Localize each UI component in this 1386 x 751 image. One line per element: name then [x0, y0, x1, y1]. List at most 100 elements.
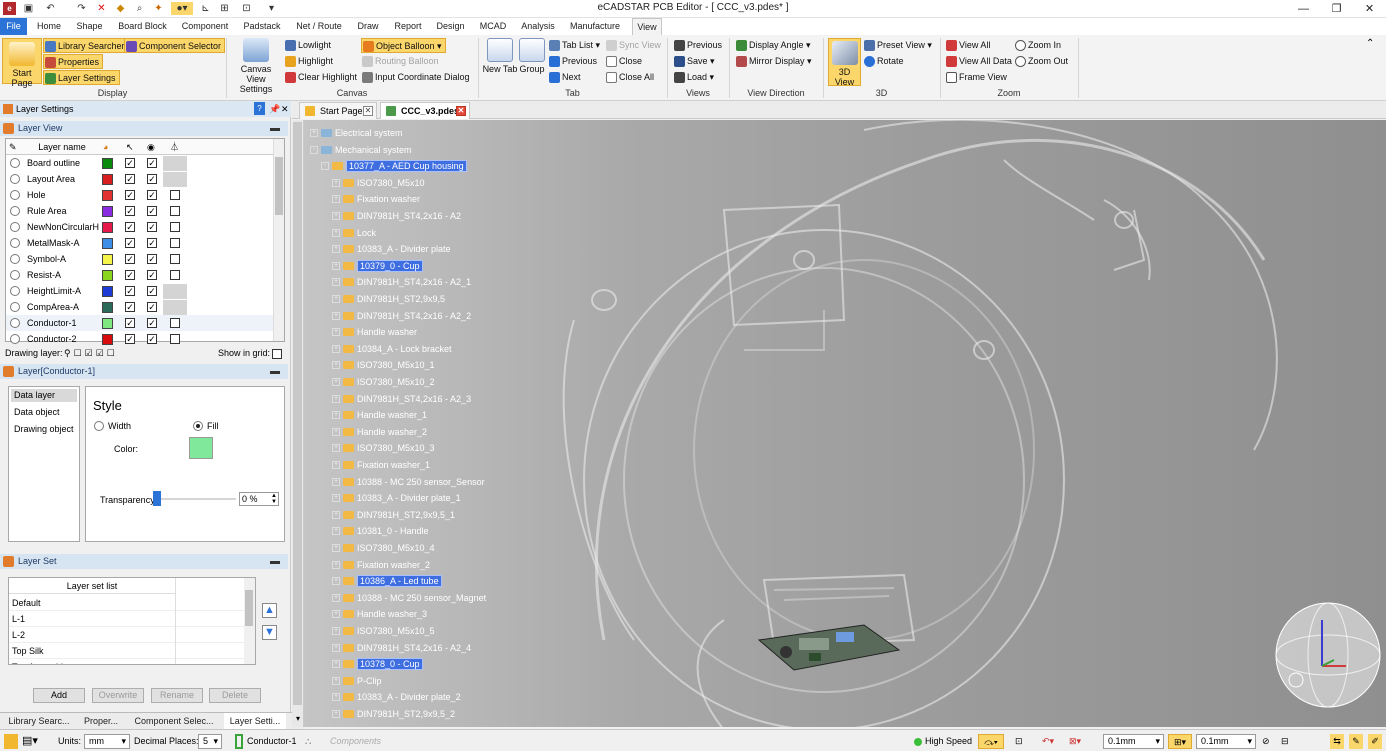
expand-icon[interactable]: +: [332, 378, 340, 386]
layer-color-swatch[interactable]: [102, 238, 113, 249]
expand-icon[interactable]: +: [332, 394, 340, 403]
expand-icon[interactable]: +: [332, 228, 340, 237]
expand-icon[interactable]: +: [332, 212, 340, 220]
spin-icon[interactable]: ▲ ▼: [271, 493, 277, 505]
help-icon[interactable]: ?: [254, 102, 265, 115]
layer-color-swatch[interactable]: [102, 222, 113, 233]
layer-grid-checkbox[interactable]: [170, 222, 180, 232]
tab-mcad[interactable]: MCAD: [476, 18, 510, 35]
routing-balloon-button[interactable]: Routing Balloon: [361, 54, 439, 69]
tree-node[interactable]: +10383_A - Divider plate_1: [332, 491, 461, 505]
layer-color-swatch[interactable]: [102, 270, 113, 281]
layer-row[interactable]: Conductor-1 ✓ ✓: [6, 315, 284, 331]
width-radio[interactable]: [94, 421, 104, 431]
close-tab-icon[interactable]: ✕: [363, 106, 373, 116]
tree-item-data-layer[interactable]: Data layer: [11, 389, 77, 402]
tree-node[interactable]: + DIN7981H_ST4,2x16 - A2_1: [332, 275, 471, 289]
tree-node[interactable]: + Fixation washer_2: [332, 558, 430, 572]
overwrite-button[interactable]: Overwrite: [92, 688, 144, 703]
grid-settings-icon[interactable]: ⊘: [1262, 734, 1270, 749]
expand-icon[interactable]: +: [332, 527, 340, 536]
tree-node[interactable]: + Handle washer_3: [332, 607, 427, 621]
drawing-layer-icons[interactable]: ⚲☐☑☑☐: [64, 348, 118, 359]
layer-visible-checkbox[interactable]: ✓: [147, 318, 157, 328]
layer-visible-checkbox[interactable]: ✓: [147, 190, 157, 200]
snap-mode-icon[interactable]: ⤼▾: [978, 734, 1004, 749]
lowlight-button[interactable]: Lowlight: [284, 38, 331, 53]
layer-table-scroll-thumb[interactable]: [275, 157, 283, 215]
layer-selectable-checkbox[interactable]: ✓: [125, 318, 135, 328]
show-in-grid-checkbox[interactable]: [272, 349, 282, 359]
tree-node[interactable]: + Handle washer_1: [332, 408, 427, 422]
add-button[interactable]: Add: [33, 688, 85, 703]
layer-color-swatch[interactable]: [102, 318, 113, 329]
layer-visible-checkbox[interactable]: ✓: [147, 302, 157, 312]
layer-table-scrollbar[interactable]: [273, 139, 284, 341]
tab-close-all-button[interactable]: Close All: [605, 70, 654, 85]
tab-file[interactable]: File: [0, 18, 27, 35]
transparency-slider-thumb[interactable]: [153, 491, 161, 506]
layer-settings-button[interactable]: Layer Settings: [43, 70, 120, 85]
zoom-out-button[interactable]: Zoom Out: [1014, 54, 1068, 69]
start-page-button[interactable]: Start Page: [2, 38, 42, 88]
new-tab-button[interactable]: New Tab: [481, 38, 519, 86]
layer-color-swatch[interactable]: [102, 334, 113, 345]
views-save-button[interactable]: Save ▾: [673, 54, 715, 69]
mirror-display-button[interactable]: Mirror Display ▾: [735, 54, 812, 69]
tree-node[interactable]: + DIN7981H_ST2,9x9,5_2: [332, 707, 455, 721]
expand-icon[interactable]: +: [332, 245, 340, 254]
tab-view[interactable]: View: [632, 18, 662, 35]
expand-icon[interactable]: +: [332, 311, 340, 320]
canvas-scroll-thumb[interactable]: [293, 122, 302, 705]
tree-node[interactable]: + Lock: [332, 226, 376, 240]
sync-view-button[interactable]: Sync View: [605, 38, 661, 53]
expand-icon[interactable]: +: [332, 328, 340, 337]
move-up-icon[interactable]: ▲: [262, 603, 277, 618]
layer-row[interactable]: Symbol-A ✓ ✓: [6, 251, 284, 267]
layer-row[interactable]: Conductor-2 ✓ ✓: [6, 331, 284, 347]
layer-row[interactable]: Layout Area ✓ ✓: [6, 171, 284, 187]
layer-active-radio[interactable]: [10, 174, 20, 184]
layer-color-swatch[interactable]: [102, 286, 113, 297]
layer-active-radio[interactable]: [10, 190, 20, 200]
layer-grid-checkbox[interactable]: [170, 334, 180, 344]
layer-visible-checkbox[interactable]: ✓: [147, 158, 157, 168]
layer-row[interactable]: Board outline ✓ ✓: [6, 155, 284, 171]
tab-library-searcher[interactable]: Library Searc...: [3, 713, 75, 729]
tab-component-selector[interactable]: Component Selec...: [128, 713, 220, 729]
undo-view-icon[interactable]: ↶▾: [1042, 734, 1054, 749]
tree-node[interactable]: + ISO7380_M5x10: [332, 176, 425, 190]
layer-selectable-checkbox[interactable]: ✓: [125, 174, 135, 184]
expand-icon[interactable]: +: [332, 643, 340, 652]
expand-icon[interactable]: +: [332, 577, 340, 586]
expand-icon[interactable]: +: [332, 427, 340, 436]
layer-set-item[interactable]: L-1: [9, 611, 245, 627]
properties-button[interactable]: Properties: [43, 54, 104, 69]
layer-active-radio[interactable]: [10, 302, 20, 312]
expand-icon[interactable]: +: [332, 411, 340, 420]
layer-row[interactable]: NewNonCircularH ✓ ✓: [6, 219, 284, 235]
tab-layer-settings[interactable]: Layer Setti...: [224, 713, 286, 729]
tree-node[interactable]: + Electrical system: [310, 126, 403, 140]
tab-home[interactable]: Home: [33, 18, 65, 35]
measure-mode-icon[interactable]: ⇆: [1330, 734, 1344, 749]
layer-visible-checkbox[interactable]: ✓: [147, 270, 157, 280]
tree-node[interactable]: + Handle washer_2: [332, 425, 427, 439]
tab-design[interactable]: Design: [433, 18, 468, 35]
layer-set-item[interactable]: Top Assembly: [9, 659, 245, 664]
tab-previous-button[interactable]: Previous: [548, 54, 597, 69]
tree-node[interactable]: + ISO7380_M5x10_2: [332, 375, 435, 389]
pin-icon[interactable]: 📌: [269, 101, 280, 117]
layer-color-swatch[interactable]: [102, 206, 113, 217]
layer-selectable-checkbox[interactable]: ✓: [125, 206, 135, 216]
frame-view-button[interactable]: Frame View: [945, 70, 1007, 85]
tab-list-button[interactable]: Tab List ▾: [548, 38, 600, 53]
tab-padstack[interactable]: Padstack: [240, 18, 284, 35]
layer-active-radio[interactable]: [10, 318, 20, 328]
tree-node[interactable]: + DIN7981H_ST4,2x16 - A2_2: [332, 309, 471, 323]
layer-set-item[interactable]: L-2: [9, 627, 245, 643]
expand-icon[interactable]: +: [332, 344, 340, 353]
tree-node[interactable]: + Handle washer: [332, 325, 417, 339]
fill-radio[interactable]: [193, 421, 203, 431]
layer-active-radio[interactable]: [10, 222, 20, 232]
